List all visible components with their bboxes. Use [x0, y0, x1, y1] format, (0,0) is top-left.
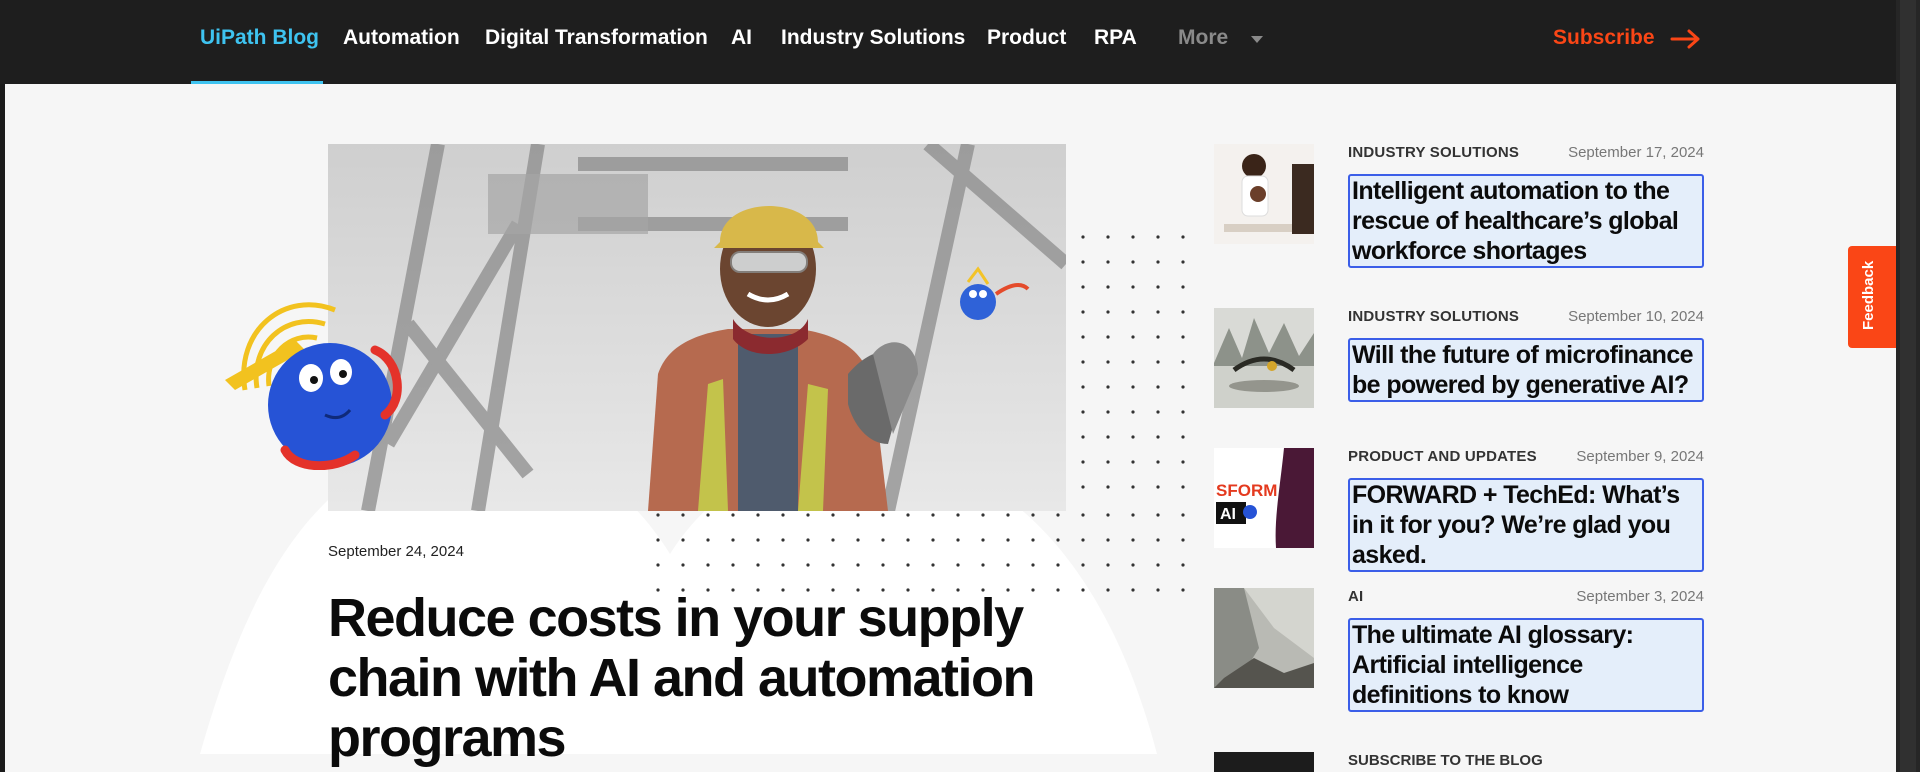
hero-title[interactable]: Reduce costs in your supply chain with A…	[328, 588, 1088, 768]
subscribe-link[interactable]: Subscribe	[1553, 26, 1655, 50]
chevron-down-icon[interactable]	[1251, 36, 1263, 43]
nav-rpa[interactable]: RPA	[1094, 26, 1137, 50]
post-category[interactable]: INDUSTRY SOLUTIONS	[1348, 144, 1519, 161]
nav-more-dropdown[interactable]: More	[1178, 26, 1228, 50]
nav-product[interactable]: Product	[987, 26, 1066, 50]
blog-page: September 24, 2024 Reduce costs in your …	[5, 84, 1896, 772]
sidebar-post: INDUSTRY SOLUTIONS September 10, 2024 Wi…	[1214, 308, 1704, 408]
post-title-link[interactable]: The ultimate AI glossary: Artificial int…	[1348, 618, 1704, 712]
nav-automation[interactable]: Automation	[343, 26, 460, 50]
sidebar-post: INDUSTRY SOLUTIONS September 17, 2024 In…	[1214, 144, 1704, 268]
sidebar-post: SFORM AI PRODUCT AND UPDATES September 9…	[1214, 448, 1704, 572]
sidebar-post: AI September 3, 2024 The ultimate AI glo…	[1214, 588, 1704, 712]
dot-pattern-bottom	[655, 512, 1185, 592]
post-thumbnail[interactable]	[1214, 144, 1314, 244]
arrow-right-icon[interactable]	[1670, 27, 1702, 51]
feedback-label: Feedback	[1860, 260, 1877, 330]
post-date: September 9, 2024	[1576, 448, 1704, 465]
post-title-link[interactable]: Intelligent automation to the rescue of …	[1348, 174, 1704, 268]
mascot-illustration	[225, 302, 402, 470]
post-thumbnail[interactable]	[1214, 308, 1314, 408]
post-date: September 10, 2024	[1568, 308, 1704, 325]
hero-image[interactable]	[328, 144, 1066, 511]
post-thumbnail[interactable]: SFORM AI	[1214, 448, 1314, 548]
hero-date: September 24, 2024	[328, 543, 464, 560]
subscribe-thumbnail	[1214, 752, 1314, 772]
post-date: September 17, 2024	[1568, 144, 1704, 161]
nav-industry-solutions[interactable]: Industry Solutions	[781, 26, 965, 50]
nav-ai[interactable]: AI	[731, 26, 752, 50]
subscribe-heading: SUBSCRIBE TO THE BLOG	[1348, 752, 1543, 769]
post-category[interactable]: AI	[1348, 588, 1363, 605]
browser-viewport: UiPath Blog Automation Digital Transform…	[0, 0, 1920, 772]
thumb-text: SFORM	[1216, 481, 1277, 500]
nav-digital-transformation[interactable]: Digital Transformation	[485, 26, 708, 50]
nav-uipath-blog[interactable]: UiPath Blog	[200, 26, 319, 50]
post-title-link[interactable]: Will the future of microfinance be power…	[1348, 338, 1704, 402]
post-category[interactable]: PRODUCT AND UPDATES	[1348, 448, 1537, 465]
top-navigation: UiPath Blog Automation Digital Transform…	[0, 0, 1896, 84]
feedback-tab[interactable]: Feedback	[1848, 246, 1896, 348]
post-thumbnail[interactable]	[1214, 588, 1314, 688]
scrollbar[interactable]	[1900, 0, 1916, 772]
dot-pattern	[1055, 234, 1185, 494]
thumb-text: AI	[1220, 506, 1236, 523]
post-category[interactable]: INDUSTRY SOLUTIONS	[1348, 308, 1519, 325]
post-date: September 3, 2024	[1576, 588, 1704, 605]
post-title-link[interactable]: FORWARD + TechEd: What’s in it for you? …	[1348, 478, 1704, 572]
